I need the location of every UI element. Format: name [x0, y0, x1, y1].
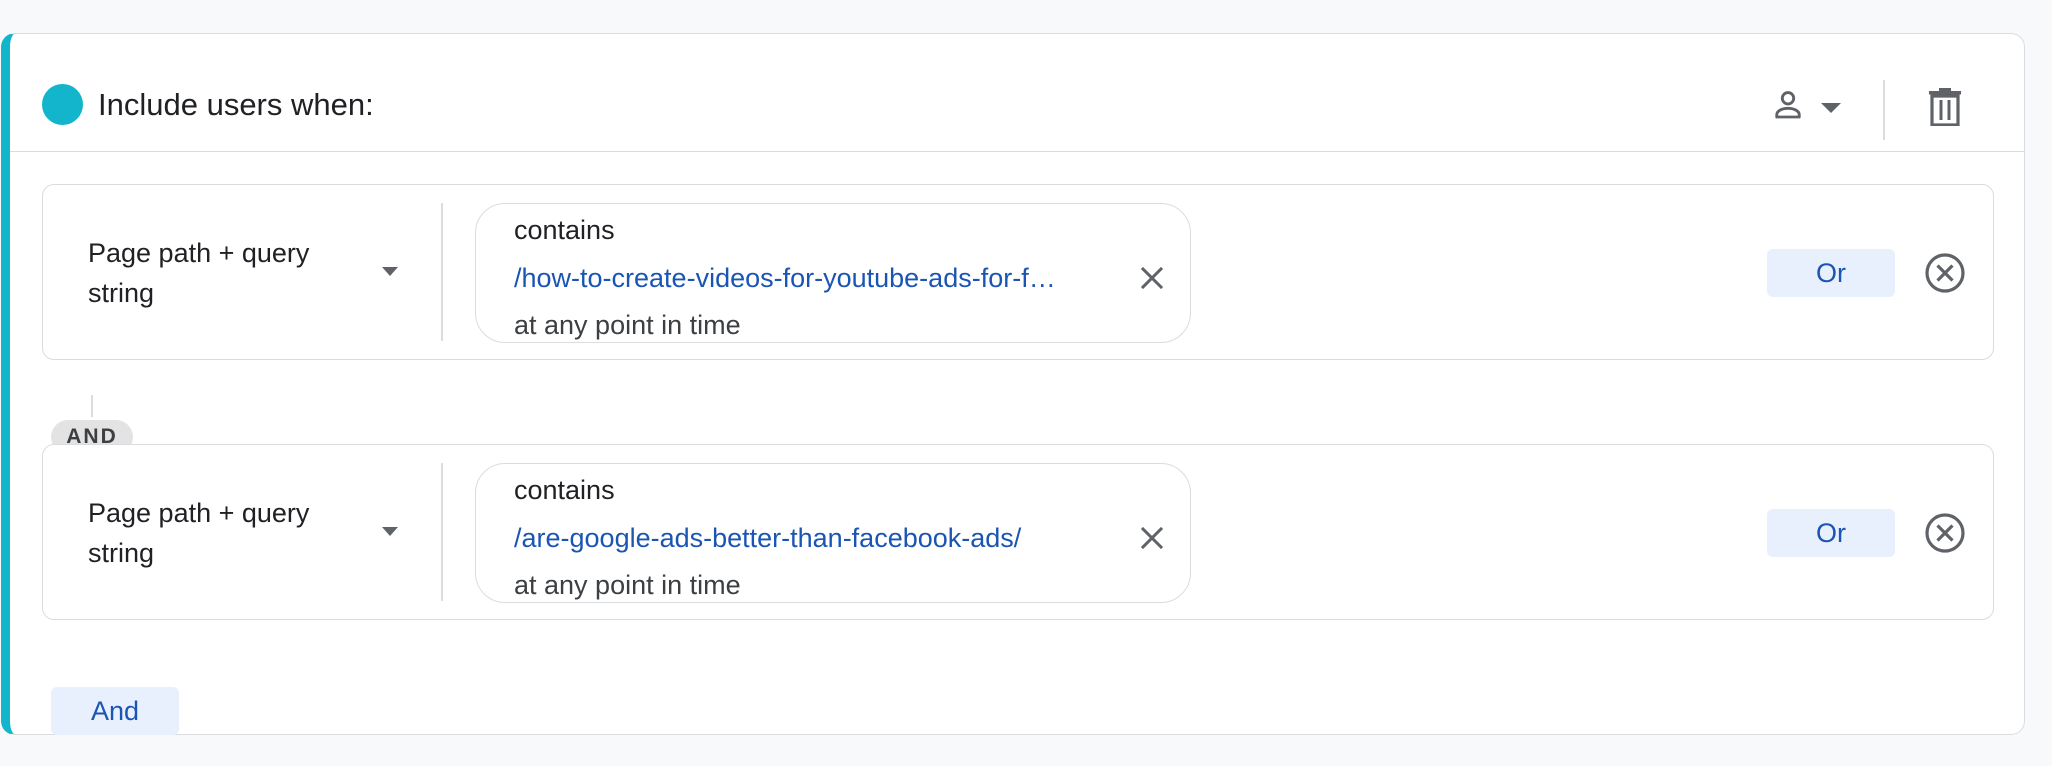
dimension-select[interactable]: Page path + query string — [43, 445, 435, 619]
condition-value-chip[interactable]: contains /how-to-create-videos-for-youtu… — [475, 203, 1191, 343]
header-divider — [1883, 80, 1885, 140]
condition-time-scope: at any point in time — [514, 570, 741, 600]
segment-condition-group: Include users when: Page path + query st… — [1, 33, 2025, 735]
dimension-label: Page path + query string — [88, 238, 310, 308]
condition-scope-dropdown[interactable] — [1758, 78, 1854, 132]
condition-row: Page path + query string contains /how-t… — [42, 184, 1994, 360]
dimension-label: Page path + query string — [88, 498, 310, 568]
group-color-dot — [42, 84, 83, 125]
caret-down-icon — [382, 267, 398, 276]
caret-down-icon — [1821, 103, 1841, 113]
trash-icon — [1929, 88, 1961, 126]
or-button[interactable]: Or — [1767, 249, 1895, 297]
condition-row: Page path + query string contains /are-g… — [42, 444, 1994, 620]
condition-value-chip[interactable]: contains /are-google-ads-better-than-fac… — [475, 463, 1191, 603]
condition-operator: contains — [514, 475, 615, 505]
caret-down-icon — [382, 527, 398, 536]
delete-group-button[interactable] — [1914, 76, 1974, 136]
person-icon — [1775, 91, 1801, 119]
group-title: Include users when: — [98, 87, 374, 122]
condition-operator: contains — [514, 215, 615, 245]
condition-value: /how-to-create-videos-for-youtube-ads-fo… — [514, 263, 1056, 293]
remove-condition-icon[interactable] — [1923, 511, 1967, 555]
remove-condition-icon[interactable] — [1923, 251, 1967, 295]
or-button[interactable]: Or — [1767, 509, 1895, 557]
dimension-select[interactable]: Page path + query string — [43, 185, 435, 359]
condition-time-scope: at any point in time — [514, 310, 741, 340]
close-icon[interactable] — [1136, 262, 1168, 294]
close-icon[interactable] — [1136, 522, 1168, 554]
connector-line — [91, 395, 93, 417]
condition-value: /are-google-ads-better-than-facebook-ads… — [514, 523, 1022, 553]
add-and-condition-button[interactable]: And — [51, 687, 179, 735]
condition-divider — [441, 203, 443, 341]
condition-divider — [441, 463, 443, 601]
group-header: Include users when: — [10, 34, 2024, 152]
